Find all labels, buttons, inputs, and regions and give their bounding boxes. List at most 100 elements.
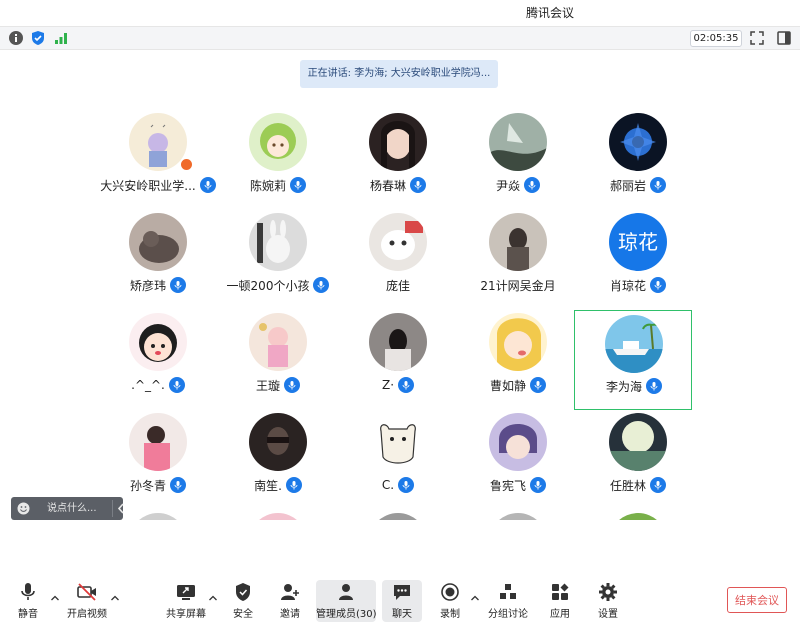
participant-name: C. — [381, 478, 395, 492]
avatar — [129, 213, 187, 271]
share-screen-button[interactable]: 共享屏幕 — [164, 580, 208, 622]
share-screen-icon — [177, 585, 195, 600]
mute-button[interactable]: 静音 — [10, 580, 46, 622]
apps-icon — [552, 583, 569, 600]
chat-button[interactable]: 聊天 — [382, 580, 422, 622]
emoji-icon[interactable] — [17, 502, 30, 515]
avatar — [369, 213, 427, 271]
participant-tile[interactable]: C. — [338, 402, 458, 502]
avatar — [129, 113, 187, 171]
microphone-icon — [398, 377, 415, 393]
avatar — [369, 113, 427, 171]
avatar — [369, 413, 427, 471]
participant-tile[interactable]: 王璇 — [218, 302, 338, 402]
fullscreen-icon[interactable] — [749, 30, 765, 46]
participant-tile[interactable]: 一顿200个小孩 — [218, 202, 338, 302]
breakout-rooms-button[interactable]: 分组讨论 — [488, 580, 528, 622]
record-button[interactable]: 录制 — [436, 580, 464, 622]
members-icon — [339, 584, 353, 600]
participant-tile[interactable]: 南笙. — [218, 402, 338, 502]
start-video-button[interactable]: 开启视频 — [64, 580, 110, 622]
microphone-icon — [313, 277, 330, 293]
window-title: 腾讯会议 — [525, 6, 574, 20]
signal-strength-icon[interactable] — [53, 30, 69, 46]
microphone-icon — [650, 477, 666, 493]
invite-button[interactable]: 邀请 — [275, 580, 305, 622]
participant-name: 陈婉莉 — [249, 178, 286, 193]
participant-name: 曹如静 — [489, 378, 526, 393]
bottom-toolbar: 静音 开启视频 共享屏幕 安全 邀请 管理成员(30) 聊天 录制 分组讨论 应… — [0, 576, 800, 622]
settings-button[interactable]: 设置 — [594, 580, 622, 622]
microphone-icon — [290, 177, 306, 193]
microphone-icon — [530, 477, 546, 493]
participant-name: 南笙. — [254, 478, 282, 493]
avatar — [609, 413, 667, 471]
manage-members-button[interactable]: 管理成员(30) — [316, 580, 377, 622]
participant-tile[interactable]: Z· — [338, 302, 458, 402]
participant-tile[interactable]: 庞佳 — [338, 202, 458, 302]
participant-name: Z· — [381, 378, 395, 392]
meeting-timer: 02:05:35 — [690, 30, 742, 47]
participant-name: 郝丽岩 — [609, 178, 646, 193]
microphone-icon — [646, 378, 662, 394]
chevron-up-icon[interactable] — [470, 594, 480, 602]
participant-tile[interactable]: 矫彦玮 — [98, 202, 218, 302]
avatar: 琼花 — [609, 213, 667, 271]
current-speaker-banner: 正在讲话: 李为海; 大兴安岭职业学院冯... — [300, 60, 498, 88]
participant-tile[interactable]: 21计网吴金月 — [458, 202, 578, 302]
avatar — [369, 313, 427, 371]
divider — [112, 500, 113, 517]
info-icon[interactable] — [8, 30, 24, 46]
avatar — [489, 313, 547, 371]
microphone-icon — [170, 477, 186, 493]
avatar — [129, 413, 187, 471]
avatar — [489, 413, 547, 471]
microphone-icon — [410, 177, 426, 193]
breakout-rooms-icon — [500, 584, 516, 599]
participant-name: 鲁宪飞 — [489, 478, 526, 493]
avatar — [609, 113, 667, 171]
participant-tile[interactable]: 杨春琳 — [338, 102, 458, 202]
chevron-up-icon[interactable] — [50, 594, 60, 602]
participant-tile[interactable]: 曹如静 — [458, 302, 578, 402]
host-badge-icon — [180, 158, 193, 171]
microphone-icon — [285, 477, 302, 493]
participant-name: 孙冬青 — [129, 478, 166, 493]
chevron-left-icon[interactable] — [116, 502, 126, 515]
shield-icon — [236, 583, 250, 601]
security-button[interactable]: 安全 — [228, 580, 258, 622]
participant-tile[interactable]: 鲁宪飞 — [458, 402, 578, 502]
participant-name: .^_^. — [131, 378, 165, 392]
participant-name: 肖琼花 — [609, 278, 646, 293]
gear-icon — [599, 583, 617, 601]
participant-tile[interactable]: 任胜林 — [578, 402, 698, 502]
participant-name: 大兴安岭职业学... — [100, 178, 196, 193]
chevron-up-icon[interactable] — [208, 594, 218, 602]
participant-name: 21计网吴金月 — [480, 278, 556, 293]
microphone-icon — [199, 177, 216, 193]
chat-quick-input[interactable]: 说点什么... — [11, 497, 126, 520]
participant-tile[interactable]: 琼花 肖琼花 — [578, 202, 698, 302]
avatar — [129, 513, 187, 520]
participant-tile[interactable]: 郝丽岩 — [578, 102, 698, 202]
participant-name: 李为海 — [605, 379, 642, 394]
participant-tile[interactable]: 尹焱 — [458, 102, 578, 202]
avatar — [489, 213, 547, 271]
participant-name: 一顿200个小孩 — [226, 278, 310, 293]
chat-icon — [394, 585, 410, 600]
avatar — [249, 113, 307, 171]
participant-tile[interactable]: 陈婉莉 — [218, 102, 338, 202]
participant-tile[interactable]: 孙冬青 — [98, 402, 218, 502]
shield-icon[interactable] — [30, 30, 46, 46]
avatar — [249, 413, 307, 471]
apps-button[interactable]: 应用 — [546, 580, 574, 622]
side-panel-icon[interactable] — [776, 30, 792, 46]
end-meeting-button[interactable]: 结束会议 — [727, 587, 787, 613]
participant-tile[interactable]: 大兴安岭职业学... — [98, 102, 218, 202]
chevron-up-icon[interactable] — [110, 594, 120, 602]
avatar — [605, 315, 663, 373]
avatar — [249, 313, 307, 371]
participant-tile-active-speaker[interactable]: 李为海 — [574, 310, 692, 410]
chat-placeholder[interactable]: 说点什么... — [47, 497, 97, 520]
participant-tile[interactable]: .^_^. — [98, 302, 218, 402]
